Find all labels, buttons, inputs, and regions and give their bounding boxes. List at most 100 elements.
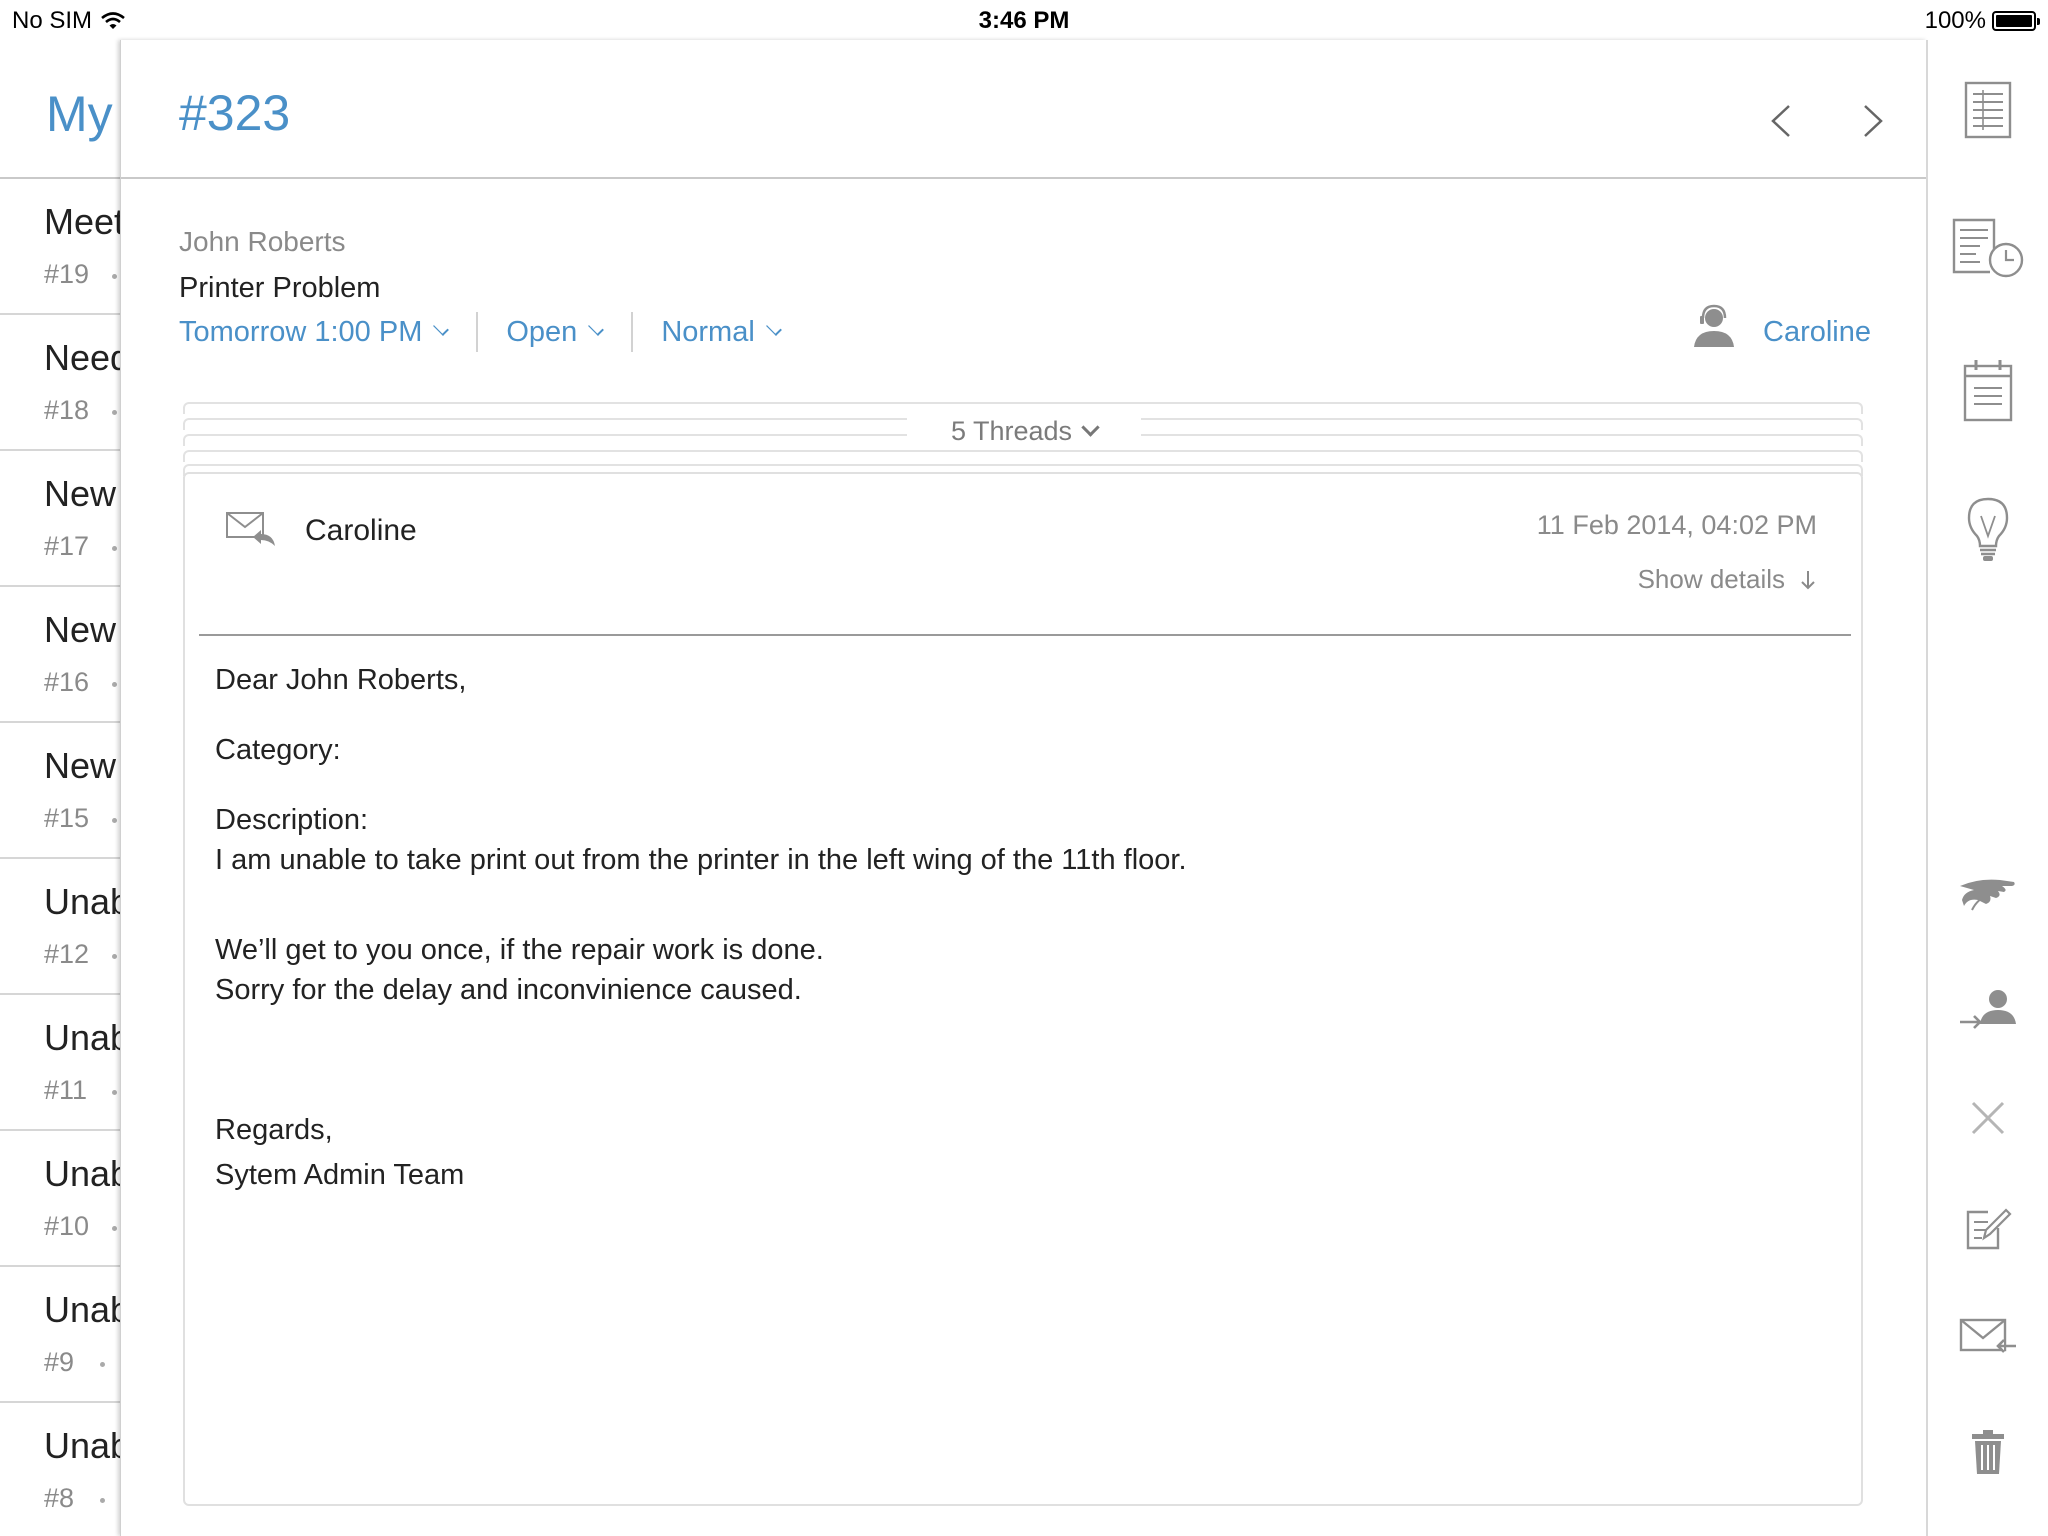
list-item[interactable]: Meet #19 [0,179,120,315]
show-details-label: Show details [1637,564,1785,594]
show-details-button[interactable]: Show details [1638,564,1817,595]
threads-toggle: 5 Threads [121,416,1927,447]
separator-dot [100,1362,105,1367]
time-entry-button[interactable] [1928,216,2048,280]
thread-date: 11 Feb 2014, 04:02 PM [1536,510,1817,540]
list-view-icon [1964,81,2012,139]
divider [476,312,479,352]
requester-name[interactable]: John Roberts [179,226,346,258]
ticket-subject: Printer Problem [179,272,381,304]
list-item-title: Unab [44,1425,120,1466]
regards: Regards, [215,1114,333,1146]
list-item[interactable]: Unab #10 [0,1131,120,1267]
separator-dot [112,818,117,823]
signature: Sytem Admin Team [215,1159,465,1191]
forward-button[interactable] [1928,1316,2048,1360]
chevron-left-icon [1771,105,1790,137]
chevron-down-icon [588,320,605,336]
greeting: Dear John Roberts, [215,664,467,696]
mail-reply-icon [226,512,275,546]
priority-dropdown[interactable]: Normal [661,315,782,349]
list-item-number: #19 [44,259,90,289]
solutions-button[interactable] [1928,496,2048,564]
previous-ticket-button[interactable] [1761,96,1801,146]
ticket-properties: Tomorrow 1:00 PM Open Normal [179,312,782,352]
ticket-list-panel: My Meet #19 Need #18 New #17 New #16 New… [0,40,120,1536]
list-item[interactable]: New #17 [0,451,120,587]
thread-body: Dear John Roberts, Category: Description… [215,660,1815,1195]
thread-stack-edge [183,450,1863,462]
assign-user-icon [1960,990,2016,1029]
separator-dot [112,1090,117,1095]
list-item-title: New [44,609,117,650]
threads-count: 5 Threads [950,416,1073,446]
chevron-down-icon [765,320,782,336]
priority-value: Normal [661,315,755,348]
due-date-dropdown[interactable]: Tomorrow 1:00 PM [179,316,450,349]
chevron-down-icon [1081,418,1100,437]
list-item-number: #16 [44,667,90,697]
list-item-title: Unab [44,1289,120,1330]
forward-mail-icon [1959,1318,2016,1353]
list-item[interactable]: Unab #9 [0,1267,120,1403]
separator-dot [112,546,117,551]
list-item[interactable]: Unab #12 [0,859,120,995]
next-ticket-button[interactable] [1853,96,1893,146]
list-item-number: #11 [44,1075,88,1105]
list-item-number: #10 [44,1211,90,1241]
time-entry-icon [1952,218,2024,278]
list-item-number: #18 [44,395,90,425]
list-item-title: Unab [44,1017,120,1058]
list-item-number: #8 [44,1483,75,1513]
list-item-number: #15 [44,803,90,833]
description-label: Description: [215,804,369,836]
edit-ticket-button[interactable] [1928,1204,2048,1252]
battery-icon [1992,11,2040,31]
assign-button[interactable] [1928,986,2048,1036]
delete-ticket-button[interactable] [1928,1428,2048,1476]
list-item-number: #17 [44,531,90,561]
chevron-right-icon [1864,105,1883,137]
ticket-detail-panel: #323 John Roberts Printer Problem Tomorr… [120,40,1927,1536]
category-label: Category: [215,734,341,766]
close-ticket-button[interactable] [1928,1098,2048,1138]
divider [631,312,634,352]
list-view-button[interactable] [1928,80,2048,140]
battery-group: 100% [1925,7,2040,35]
assigned-agent[interactable]: Caroline [1691,302,1871,349]
agent-name: Caroline [1763,316,1871,348]
pickup-ticket-button[interactable] [1928,876,2048,922]
pickup-hand-icon [1960,879,2015,911]
calendar-notes-button[interactable] [1928,358,2048,424]
status-dropdown[interactable]: Open [506,315,605,349]
agent-headset-icon [1694,304,1734,347]
list-item[interactable]: Unab #8 [0,1403,120,1536]
chevron-down-icon [433,320,450,336]
separator-dot [112,274,117,279]
list-item-title: New [44,745,117,786]
list-header[interactable]: My [46,85,113,143]
thread-sender: Caroline [305,514,417,547]
list-item-title: Unab [44,881,120,922]
status-value: Open [506,315,578,348]
threads-expand-button[interactable]: 5 Threads [906,416,1142,447]
list-item-number: #9 [44,1347,75,1377]
separator-dot [112,410,117,415]
edit-icon [1966,1208,2012,1250]
list-item[interactable]: Unab #11 [0,995,120,1131]
thread-header-divider [199,634,1851,636]
close-icon [1971,1101,2005,1135]
list-item-title: Meet [44,201,120,242]
separator-dot [100,1498,105,1503]
trash-icon [1972,1430,2004,1474]
separator-dot [112,682,117,687]
list-item[interactable]: New #15 [0,723,120,859]
thread-stack-edge [183,402,1863,414]
header-divider [121,177,1927,179]
list-item[interactable]: Need #18 [0,315,120,451]
lightbulb-icon [1967,497,2009,561]
arrow-down-icon [1801,570,1815,589]
reply-line-2: Sorry for the delay and inconvinience ca… [215,974,802,1006]
calendar-notes-icon [1963,360,2013,422]
list-item[interactable]: New #16 [0,587,120,723]
